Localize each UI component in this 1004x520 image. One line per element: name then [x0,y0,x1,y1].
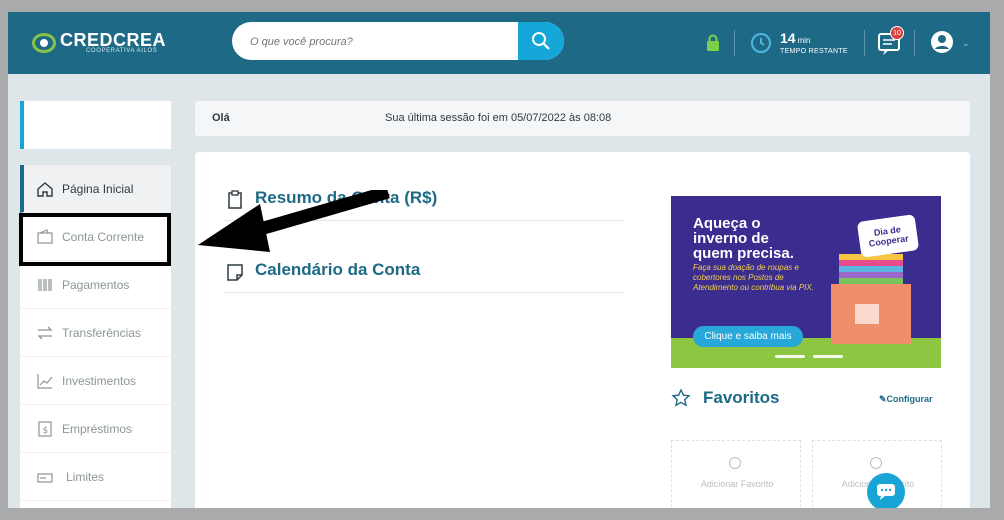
chat-icon [877,484,895,500]
heart-icon [855,304,879,324]
account-summary-section[interactable]: Resumo da Conta (R$) [225,180,623,221]
sidebar-item-payments[interactable]: Pagamentos [20,261,171,309]
favorites-title: Favoritos [703,388,780,407]
sidebar-item-label: Pagamentos [62,277,130,292]
banner-headline: Aqueça o inverno de quem precisa. [693,215,794,262]
logo-text: CREDCREA [60,30,167,50]
sidebar-item-transfers[interactable]: Transferências [20,309,171,357]
logo-subtitle: COOPERATIVA AILOS [86,48,158,54]
banner-cta-button[interactable]: Clique e saiba mais [693,326,803,347]
home-icon [37,181,53,197]
sidebar-item-label: Investimentos [62,373,137,388]
favorites-header: Favoritos [671,388,780,408]
timer-unit: min [797,36,811,45]
promo-banner[interactable]: Aqueça o inverno de quem precisa. Faça s… [671,196,941,368]
chart-icon [37,373,53,389]
star-icon [671,388,691,407]
banner-tag: Dia de Cooperar [856,214,920,258]
logo-mark-icon [32,33,56,53]
sidebar-item-loans[interactable]: $ Empréstimos [20,405,171,453]
search-bar [232,22,564,60]
user-icon[interactable] [930,30,954,54]
carousel-dot[interactable] [775,355,805,358]
timer-label: TEMPO RESTANTE [780,48,848,55]
chat-button[interactable] [867,473,905,508]
search-icon [532,32,550,50]
account-calendar-title: Calendário da Conta [255,260,421,279]
carousel-dots[interactable] [775,355,843,358]
calendar-icon [227,264,243,281]
search-input[interactable] [248,31,522,53]
session-timer: 14 min TEMPO RESTANTE [750,30,848,55]
limits-icon [37,472,53,483]
divider [734,30,735,56]
lock-icon [707,34,719,51]
clipboard-icon [228,190,242,209]
sidebar-header [20,101,171,149]
divider [864,30,865,56]
configure-label: Configurar [886,394,933,404]
plus-icon [870,457,882,469]
barcode-icon [38,278,52,291]
sidebar-item-investments[interactable]: Investimentos [20,357,171,405]
top-bar: CREDCREA COOPERATIVA AILOS 14min TEMPO R… [8,12,990,74]
sidebar-item-label: Empréstimos [62,421,133,436]
greeting-text: Olá [212,112,230,124]
timer-value: 14 [780,30,796,46]
banner-subtext: Faça sua doação de roupas e cobertores n… [693,263,814,292]
sidebar-item-label: Página Inicial [62,181,134,196]
sidebar-item-home[interactable]: Página Inicial [20,165,171,213]
plus-icon [729,457,741,469]
main-panel: Resumo da Conta (R$) Calendário da Conta… [195,152,970,508]
account-calendar-section[interactable]: Calendário da Conta [225,252,623,293]
svg-text:$: $ [43,426,49,436]
clock-icon [751,32,771,53]
search-button[interactable] [518,22,564,60]
chevron-down-icon[interactable]: ⌄ [962,38,970,49]
notification-badge: 10 [890,26,904,40]
last-session-text: Sua última sessão foi em 05/07/2022 às 0… [385,112,612,124]
carousel-dot[interactable] [813,355,843,358]
add-favorite-card[interactable]: Adicionar Favorito [671,440,801,508]
account-summary-title: Resumo da Conta (R$) [255,188,438,207]
banner-clothes-stack [839,254,903,284]
loan-icon: $ [38,420,52,437]
configure-link[interactable]: ✎Configurar [879,394,933,405]
divider [914,30,915,56]
annotation-highlight-box [19,213,171,266]
app-window: CREDCREA COOPERATIVA AILOS 14min TEMPO R… [8,12,990,508]
greeting-bar: Olá Sua última sessão foi em 05/07/2022 … [195,101,970,136]
sidebar-item-label: Limites [66,469,105,484]
logo[interactable]: CREDCREA COOPERATIVA AILOS [32,28,166,58]
banner-donation-box [831,284,911,344]
sidebar-item-label: Transferências [62,325,141,340]
add-favorite-label: Adicionar Favorito [700,479,774,489]
sidebar-item-limits[interactable]: Limites [20,453,171,501]
transfer-icon [37,326,53,339]
